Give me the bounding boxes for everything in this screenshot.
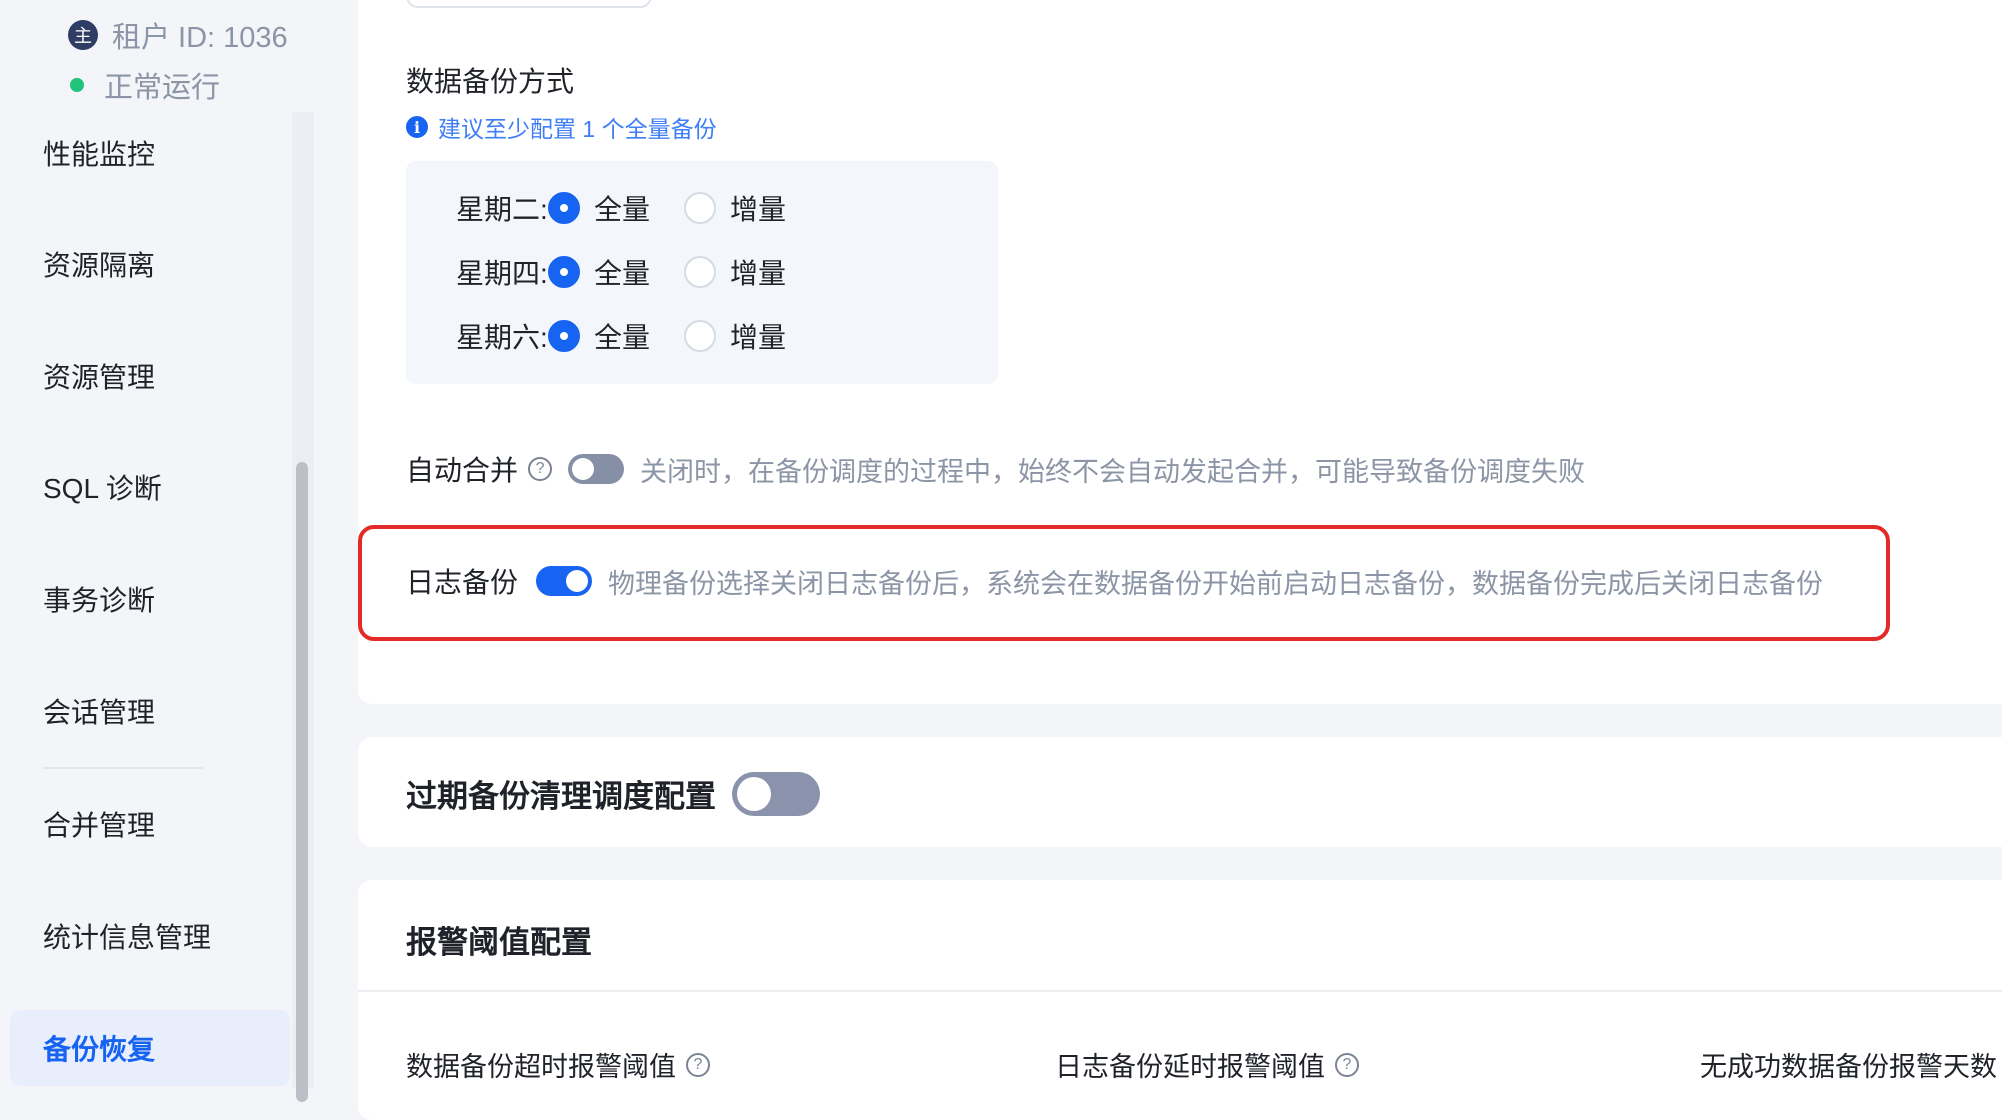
alert-threshold-card [358,880,2002,1120]
expired-cleanup-toggle[interactable] [732,771,820,816]
help-icon[interactable]: ? [1335,1052,1359,1077]
tenant-info: 主 租户 ID: 1036 [68,14,288,56]
sidebar-scrollbar[interactable] [292,112,314,1102]
incremental-backup-label[interactable]: 增量 [730,188,820,228]
incremental-backup-label[interactable]: 增量 [730,316,820,356]
sidebar-item-label: 会话管理 [43,697,156,728]
incremental-backup-radio[interactable] [684,192,716,224]
schedule-row: 星期二: 全量 增量 [456,188,820,228]
sidebar-item-merge-management[interactable]: 合并管理 [10,786,290,862]
auto-merge-toggle[interactable] [568,454,625,484]
schedule-day-label: 星期四: [456,258,548,289]
sidebar-item-label: 合并管理 [43,810,156,841]
help-icon[interactable]: ? [528,457,553,481]
sidebar-item-performance-monitor[interactable]: 性能监控 [10,115,290,191]
backup-hint-text: 建议至少配置 1 个全量备份 [438,116,717,142]
sidebar-item-label: 资源隔离 [43,250,156,281]
no-success-backup-days-threshold: 无成功数据备份报警天数 [1700,1045,1997,1084]
sidebar-item-label: SQL 诊断 [43,473,162,504]
sidebar-item-label: 统计信息管理 [43,922,212,953]
sidebar-item-resource-management[interactable]: 资源管理 [10,338,290,414]
backup-schedule-box: 星期二: 全量 增量 星期四: 全量 增量 星期六: 全量 增量 [406,161,998,384]
sidebar-item-transaction-diagnosis[interactable]: 事务诊断 [10,561,290,637]
tenant-id-label: 租户 ID: 1036 [112,22,288,54]
help-icon[interactable]: ? [686,1052,710,1077]
log-backup-setting: 日志备份 物理备份选择关闭日志备份后，系统会在数据备份开始前启动日志备份，数据备… [406,561,1823,601]
sidebar-item-backup-restore[interactable]: 备份恢复 [10,1010,290,1086]
full-backup-label[interactable]: 全量 [594,188,684,228]
threshold-label: 无成功数据备份报警天数 [1700,1052,1997,1082]
sidebar-item-session-management[interactable]: 会话管理 [10,673,290,749]
schedule-day-label: 星期六: [456,322,548,353]
incremental-backup-label[interactable]: 增量 [730,252,820,292]
sidebar: 主 租户 ID: 1036 正常运行 性能监控 资源隔离 资源管理 SQL 诊断… [0,0,315,1102]
tenant-status: 正常运行 [70,64,220,106]
threshold-label: 数据备份超时报警阈值 [406,1052,676,1082]
data-backup-timeout-threshold: 数据备份超时报警阈值 ? [406,1045,710,1084]
sidebar-item-label: 资源管理 [43,362,156,393]
full-backup-label[interactable]: 全量 [594,316,684,356]
full-backup-radio[interactable] [548,320,580,352]
log-backup-label: 日志备份 [406,567,519,598]
sidebar-item-label: 事务诊断 [43,585,156,616]
sidebar-item-statistics-management[interactable]: 统计信息管理 [10,898,290,974]
alert-card-divider [358,990,2002,992]
top-input-field[interactable] [406,0,652,8]
backup-method-label: 数据备份方式 [406,66,575,97]
full-backup-radio[interactable] [548,192,580,224]
backup-hint: i 建议至少配置 1 个全量备份 [406,110,717,144]
full-backup-label[interactable]: 全量 [594,252,684,292]
sidebar-item-label: 备份恢复 [43,1034,156,1065]
schedule-row: 星期四: 全量 增量 [456,252,820,292]
status-label: 正常运行 [104,72,221,104]
incremental-backup-radio[interactable] [684,320,716,352]
sidebar-item-sql-diagnosis[interactable]: SQL 诊断 [10,449,290,525]
auto-merge-label: 自动合并 [406,455,519,486]
auto-merge-setting: 自动合并 ? 关闭时，在备份调度的过程中，始终不会自动发起合并，可能导致备份调度… [406,449,1585,489]
sidebar-item-resource-isolation[interactable]: 资源隔离 [10,226,290,302]
incremental-backup-radio[interactable] [684,256,716,288]
auto-merge-description: 关闭时，在备份调度的过程中，始终不会自动发起合并，可能导致备份调度失败 [640,456,1586,487]
info-icon: i [406,116,428,138]
sidebar-scrollbar-thumb[interactable] [296,462,308,1102]
expired-cleanup-title: 过期备份清理调度配置 [406,779,716,814]
schedule-row: 星期六: 全量 增量 [456,316,820,356]
expired-cleanup-header: 过期备份清理调度配置 [406,771,820,816]
log-backup-toggle[interactable] [536,566,593,596]
schedule-day-label: 星期二: [456,194,548,225]
log-backup-delay-threshold: 日志备份延时报警阈值 ? [1055,1045,1359,1084]
alert-threshold-title: 报警阈值配置 [406,925,592,960]
status-dot-icon [70,78,84,92]
full-backup-radio[interactable] [548,256,580,288]
sidebar-item-label: 性能监控 [43,139,156,170]
tenant-icon: 主 [68,20,98,50]
log-backup-description: 物理备份选择关闭日志备份后，系统会在数据备份开始前启动日志备份，数据备份完成后关… [608,568,1824,599]
sidebar-divider [43,767,203,769]
threshold-label: 日志备份延时报警阈值 [1055,1052,1325,1082]
